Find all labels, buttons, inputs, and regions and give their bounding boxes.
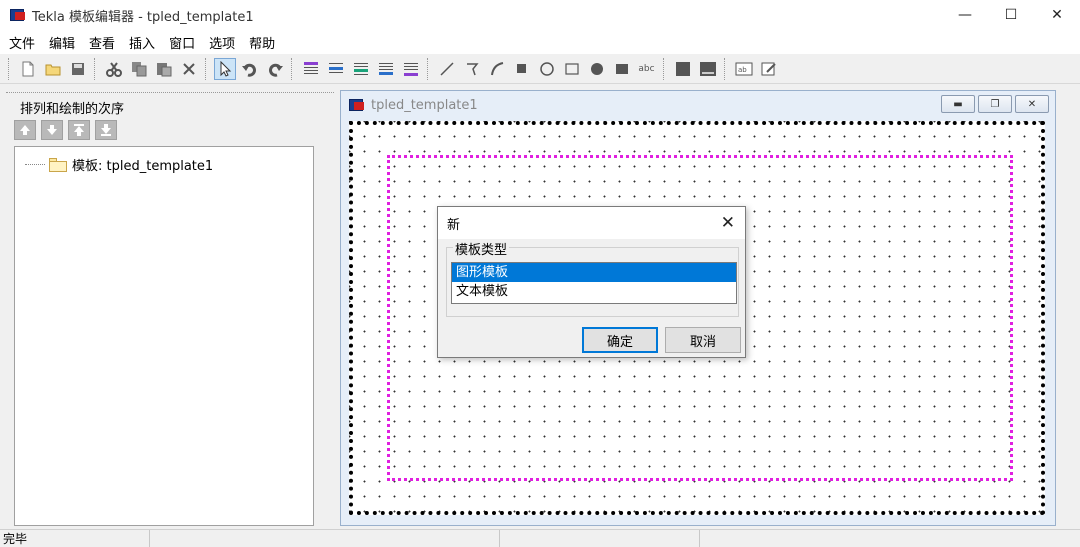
- filled-rectangle-icon[interactable]: [611, 58, 633, 80]
- panel-toolbar: [14, 120, 122, 140]
- tree-item-label: 模板: tpled_template1: [72, 159, 214, 174]
- tree-connector: [25, 164, 45, 165]
- dialog-title: 新: [447, 217, 461, 233]
- toolbar-separator: [291, 57, 294, 80]
- tree-item-template[interactable]: 模板: tpled_template1: [25, 155, 213, 174]
- template-window-titlebar[interactable]: tpled_template1 ▬ ❐ ✕: [341, 91, 1055, 119]
- fill-icon[interactable]: [511, 58, 533, 80]
- new-icon[interactable]: [17, 58, 39, 80]
- option-text-template[interactable]: 文本模板: [452, 282, 736, 301]
- menu-insert[interactable]: 插入: [122, 33, 162, 52]
- toolbar-separator: [94, 57, 97, 80]
- title-bar: Tekla 模板编辑器 - tpled_template1 — ☐ ✕: [0, 0, 1080, 30]
- delete-icon[interactable]: [178, 58, 200, 80]
- app-title: Tekla 模板编辑器 - tpled_template1: [32, 9, 254, 25]
- redo-icon[interactable]: [264, 58, 286, 80]
- filled-circle-icon[interactable]: [586, 58, 608, 80]
- template-type-list[interactable]: 图形模板 文本模板: [451, 262, 737, 304]
- ok-button[interactable]: 确定: [582, 327, 658, 353]
- menu-window[interactable]: 窗口: [162, 33, 202, 52]
- maximize-button[interactable]: ☐: [988, 0, 1034, 30]
- template-window-controls: ▬ ❐ ✕: [938, 95, 1049, 113]
- arc-icon[interactable]: [486, 58, 508, 80]
- template-close-button[interactable]: ✕: [1015, 95, 1049, 113]
- open-icon[interactable]: [42, 58, 64, 80]
- toolbar-separator: [663, 57, 666, 80]
- toolbar-grip[interactable]: [8, 57, 11, 80]
- cut-icon[interactable]: [103, 58, 125, 80]
- paste-icon[interactable]: [153, 58, 175, 80]
- close-button[interactable]: ✕: [1034, 0, 1080, 30]
- window-controls: — ☐ ✕: [942, 0, 1080, 30]
- menu-help[interactable]: 帮助: [242, 33, 282, 52]
- rectangle-icon[interactable]: [561, 58, 583, 80]
- copy-icon[interactable]: [128, 58, 150, 80]
- toolbar-separator: [205, 57, 208, 80]
- svg-text:ab: ab: [738, 66, 747, 74]
- status-segment: [150, 530, 500, 547]
- undo-icon[interactable]: [239, 58, 261, 80]
- template-type-group: 模板类型 图形模板 文本模板: [446, 239, 739, 317]
- new-template-dialog: 新 ✕ 模板类型 图形模板 文本模板 确定 取消: [437, 206, 746, 358]
- row-footer-icon[interactable]: [375, 58, 397, 80]
- text-icon[interactable]: abc: [636, 58, 658, 80]
- move-top-icon[interactable]: [68, 120, 90, 140]
- row-header-icon[interactable]: [300, 58, 322, 80]
- menu-options[interactable]: 选项: [202, 33, 242, 52]
- option-graphic-template[interactable]: 图形模板: [452, 263, 736, 282]
- block-icon[interactable]: [672, 58, 694, 80]
- dialog-titlebar[interactable]: 新 ✕: [438, 207, 745, 239]
- toolbar-separator: [427, 57, 430, 80]
- menu-file[interactable]: 文件: [2, 33, 42, 52]
- move-down-icon[interactable]: [41, 120, 63, 140]
- template-restore-button[interactable]: ❐: [978, 95, 1012, 113]
- circle-icon[interactable]: [536, 58, 558, 80]
- status-segment: [500, 530, 700, 547]
- status-text: 完毕: [0, 530, 150, 547]
- line-icon[interactable]: [436, 58, 458, 80]
- edit-field-icon[interactable]: [758, 58, 780, 80]
- move-up-icon[interactable]: [14, 120, 36, 140]
- app-icon: [10, 8, 26, 22]
- template-minimize-button[interactable]: ▬: [941, 95, 975, 113]
- dialog-close-icon[interactable]: ✕: [721, 213, 735, 233]
- menu-bar: 文件 编辑 查看 插入 窗口 选项 帮助: [0, 30, 1080, 54]
- status-bar: 完毕: [0, 529, 1080, 547]
- row-end-icon[interactable]: [400, 58, 422, 80]
- row-page-icon[interactable]: [325, 58, 347, 80]
- block-frame-icon[interactable]: [697, 58, 719, 80]
- toolbar-separator: [724, 57, 727, 80]
- template-window-title: tpled_template1: [371, 97, 478, 113]
- toolbar: abc ab: [0, 54, 1080, 84]
- move-bottom-icon[interactable]: [95, 120, 117, 140]
- minimize-button[interactable]: —: [942, 0, 988, 30]
- panel-title: 排列和绘制的次序: [20, 102, 125, 117]
- menu-edit[interactable]: 编辑: [42, 33, 82, 52]
- folder-icon: [49, 157, 67, 172]
- row-data-icon[interactable]: [350, 58, 372, 80]
- select-pointer-icon[interactable]: [213, 57, 236, 80]
- template-icon: [349, 98, 365, 112]
- order-panel: 排列和绘制的次序 模板: tpled_template1: [6, 92, 334, 526]
- polygon-icon[interactable]: [461, 58, 483, 80]
- cancel-button[interactable]: 取消: [665, 327, 741, 353]
- save-icon[interactable]: [67, 58, 89, 80]
- template-type-label: 模板类型: [453, 239, 510, 258]
- menu-view[interactable]: 查看: [82, 33, 122, 52]
- value-field-icon[interactable]: ab: [733, 58, 755, 80]
- order-tree[interactable]: 模板: tpled_template1: [14, 146, 314, 526]
